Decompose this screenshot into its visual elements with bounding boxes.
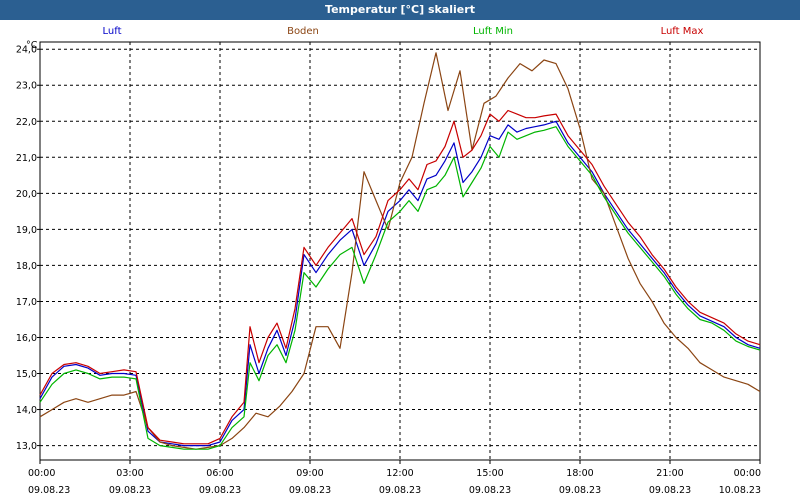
x-tick-time: 09:00 [296, 468, 323, 479]
y-tick-label: 18,0 [16, 261, 37, 272]
x-tick-date: 09.08.23 [199, 485, 241, 496]
y-tick-label: 13,0 [16, 441, 37, 452]
grid [40, 42, 760, 460]
legend: Luft Boden Luft Min Luft Max [103, 26, 704, 37]
x-tick-date: 09.08.23 [28, 485, 70, 496]
y-axis-label: °C [26, 40, 38, 51]
x-tick-time: 03:00 [116, 468, 143, 479]
y-tick-label: 22,0 [16, 117, 37, 128]
legend-entry: Luft Min [473, 26, 513, 37]
y-tick-label: 16,0 [16, 333, 37, 344]
y-tick-label: 15,0 [16, 369, 37, 380]
x-tick-date: 09.08.23 [379, 485, 421, 496]
y-tick-label: 17,0 [16, 297, 37, 308]
series-line [39, 52, 761, 450]
x-tick-time: 21:00 [656, 468, 683, 479]
x-tick-time: 12:00 [386, 468, 413, 479]
x-tick-date: 09.08.23 [649, 485, 691, 496]
legend-entry: Boden [287, 26, 319, 37]
x-tick-date: 09.08.23 [469, 485, 511, 496]
x-tick-date: 09.08.23 [109, 485, 151, 496]
temperature-chart: Luft Boden Luft Min Luft Max 13,0 14,0 15,0 16… [16, 26, 761, 496]
y-tick-label: 20,0 [16, 189, 37, 200]
x-axis: 00:00 09.08.23 03:00 09.08.23 06:00 09.08.23 0… [28, 460, 761, 496]
y-tick-label: 14,0 [16, 405, 37, 416]
y-tick-label: 23,0 [16, 81, 37, 92]
y-tick-label: 19,0 [16, 225, 37, 236]
x-tick-date: 09.08.23 [289, 485, 331, 496]
x-tick-time: 06:00 [206, 468, 233, 479]
y-tick-label: 21,0 [16, 153, 37, 164]
series-lines [39, 52, 761, 450]
chart-title: Temperatur [°C] skaliert [0, 0, 800, 20]
legend-entry: Luft [103, 26, 122, 37]
y-axis: 13,0 14,0 15,0 16,0 17,0 18,0 19,0 20,0 21,0 22,0… [16, 45, 40, 452]
x-tick-time: 15:00 [476, 468, 503, 479]
x-tick-time: 00:00 [28, 468, 55, 479]
x-tick-date: 09.08.23 [559, 485, 601, 496]
x-tick-time: 00:00 [734, 468, 761, 479]
x-tick-date: 10.08.23 [719, 485, 761, 496]
x-tick-time: 18:00 [566, 468, 593, 479]
legend-entry: Luft Max [661, 26, 704, 37]
